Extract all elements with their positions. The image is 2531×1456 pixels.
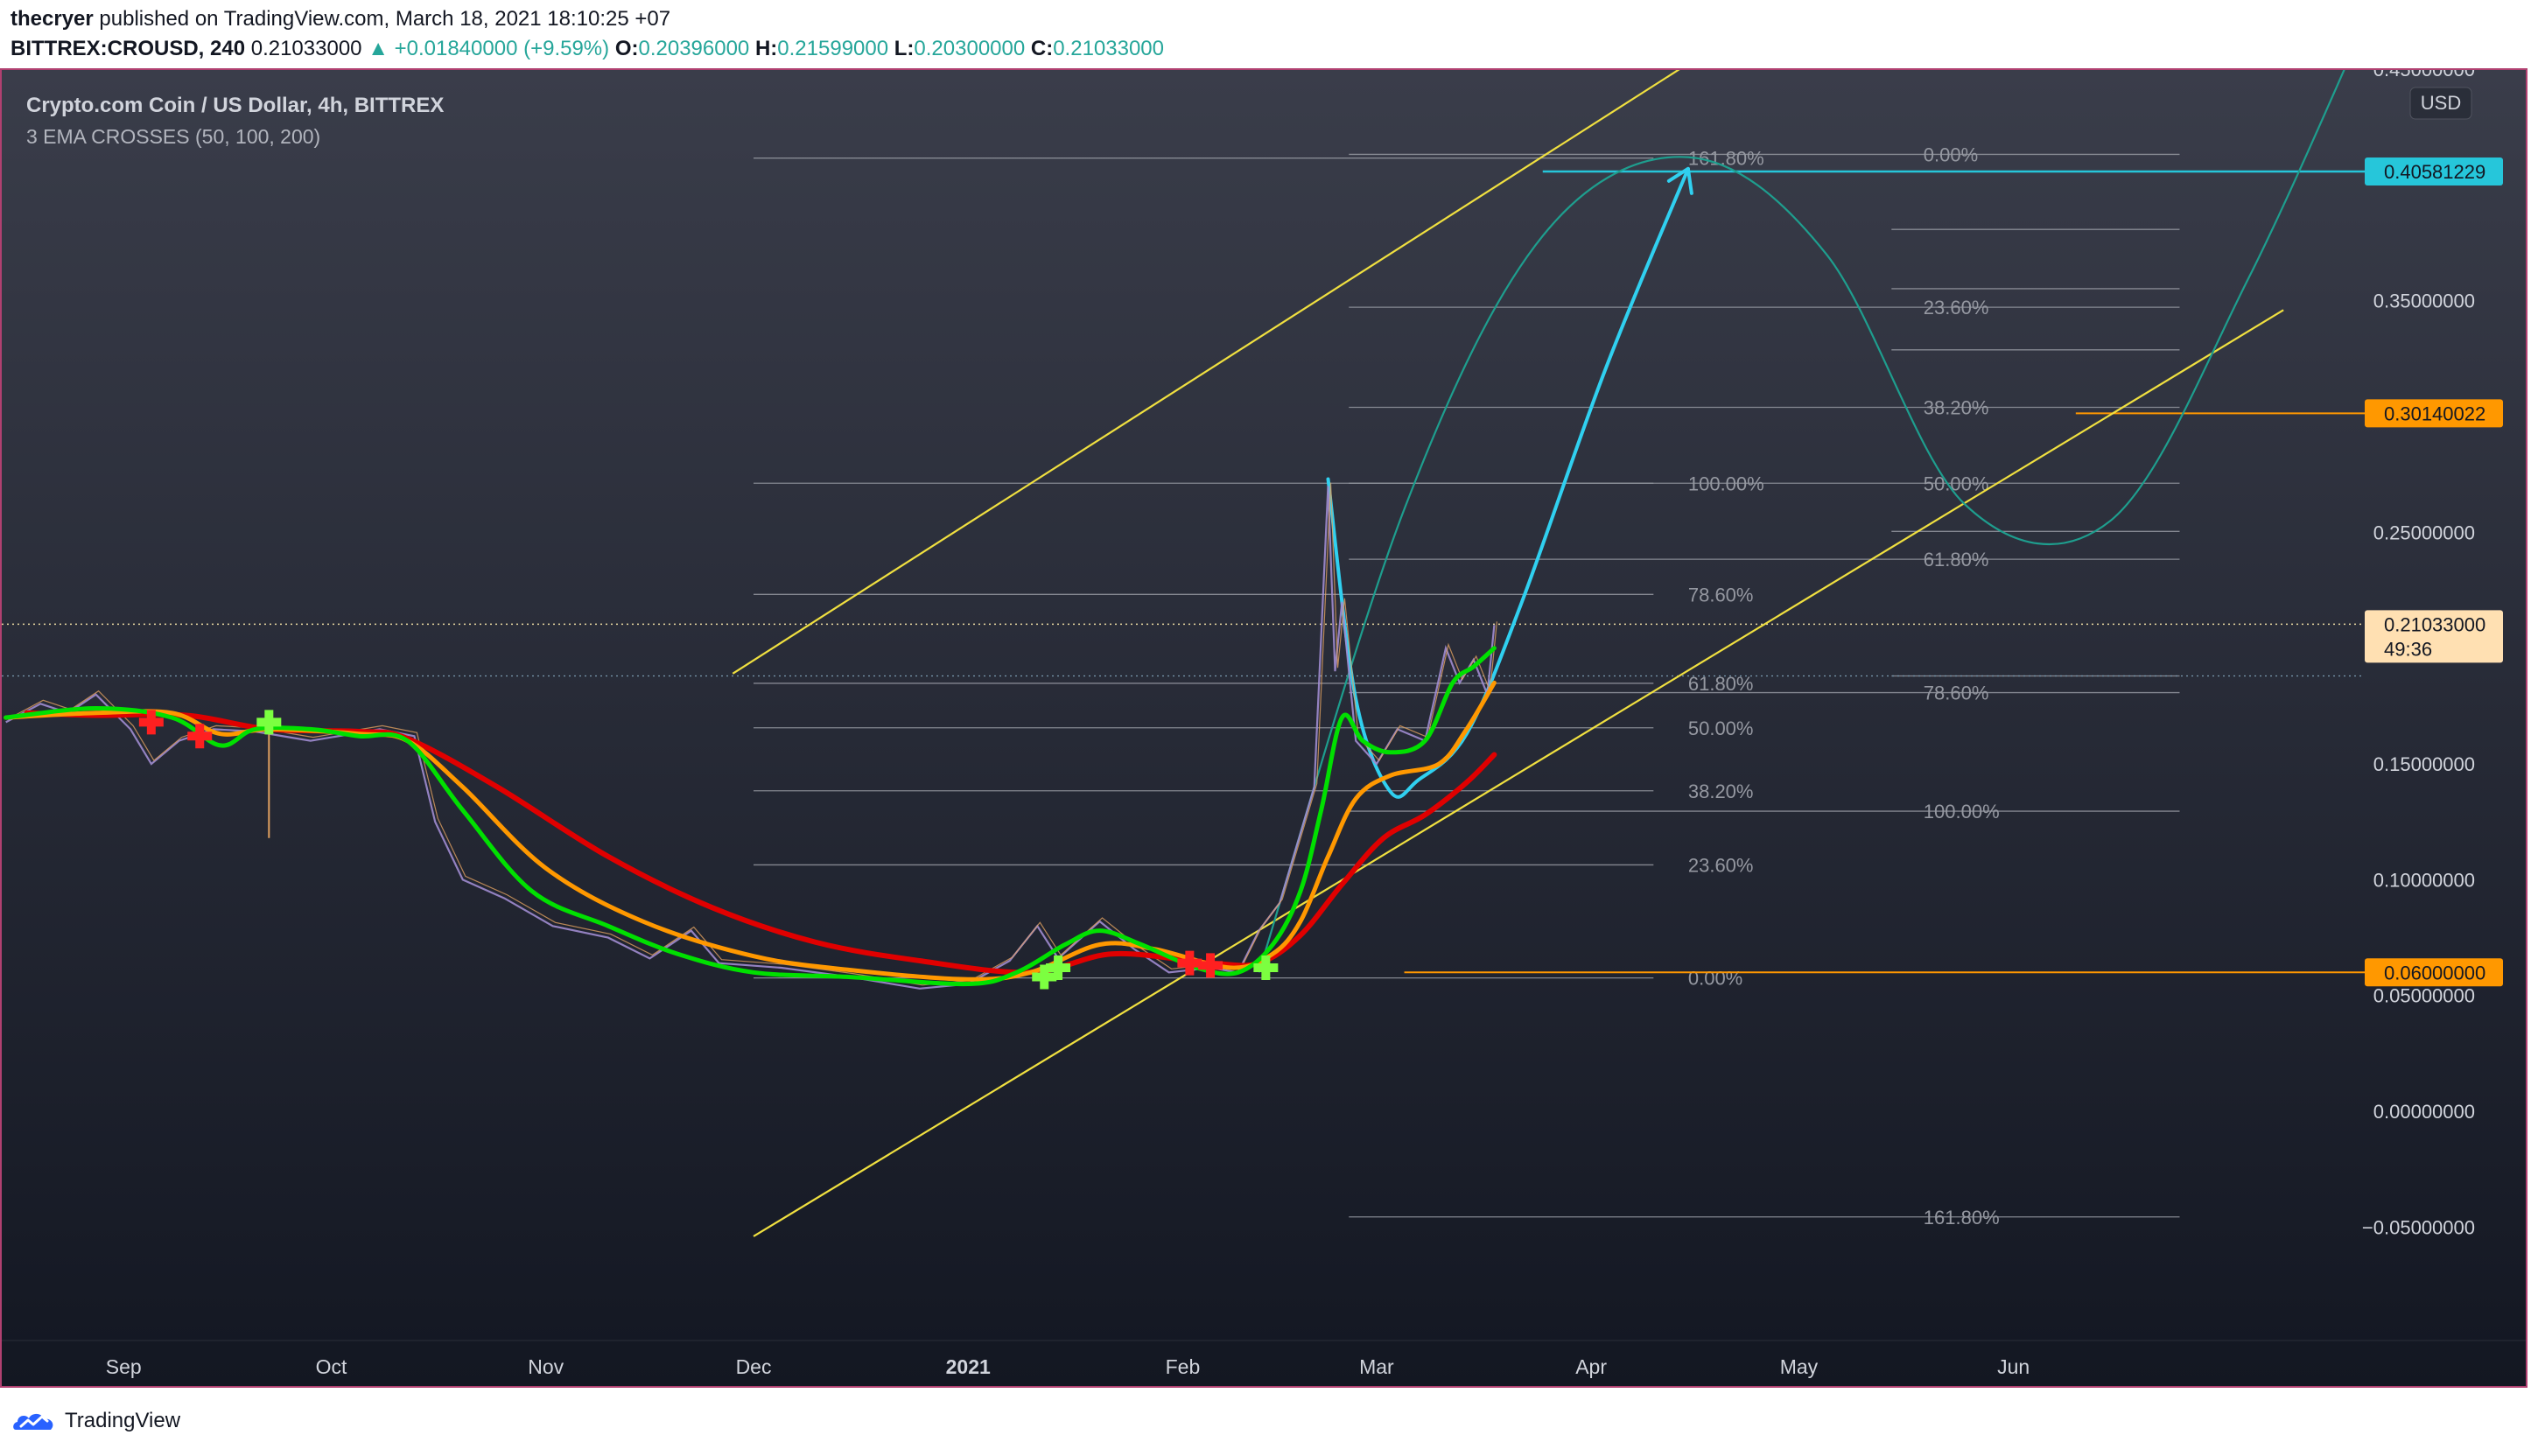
x-tick-label: Feb [1166,1355,1201,1378]
x-tick-label: Apr [1575,1355,1607,1378]
publish-info: thecryer published on TradingView.com, M… [11,7,670,32]
close-label: C: [1030,37,1054,60]
fib-right-label: 100.00% [1924,801,2000,822]
y-tick-label: −0.05000000 [2362,1216,2475,1238]
fib-left-label: 50.00% [1688,718,1754,739]
y-tick-label: 0.05000000 [2373,985,2475,1007]
fib-right-label: 38.20% [1924,396,1989,418]
y-tick-label: 0.15000000 [2373,753,2475,775]
fib-right-label: 61.80% [1924,549,1989,570]
price-tag-label: 0.40581229 [2384,161,2485,183]
y-tick-label: 0.10000000 [2373,869,2475,891]
tradingview-text: TradingView [65,1409,181,1432]
y-tick-label: 0.00000000 [2373,1101,2475,1123]
x-tick-label: 2021 [946,1355,991,1378]
fib-left-label: 38.20% [1688,780,1754,802]
y-tick-label: 0.25000000 [2373,522,2475,543]
fib-left-label: 0.00% [1688,968,1742,990]
open-value: 0.20396000 [638,37,750,60]
fib-left-label: 78.60% [1688,584,1754,606]
currency-label: USD [2421,92,2461,114]
y-tick-label: 0.35000000 [2373,290,2475,312]
price-tag-label: 0.06000000 [2384,962,2485,984]
x-tick-label: Jun [1997,1355,2030,1378]
last-price: 0.21033000 [250,37,362,60]
x-tick-label: Mar [1359,1355,1394,1378]
price-tag-label: 0.21033000 [2384,613,2485,635]
x-tick-label: Oct [316,1355,347,1378]
tradingview-logo[interactable]: TradingView [12,1407,180,1435]
fib-right-label: 78.60% [1924,682,1989,704]
fib-left-label: 23.60% [1688,854,1754,876]
currency-badge[interactable]: USD [2409,87,2472,120]
x-tick-label: May [1780,1355,1819,1378]
tradingview-logo-icon [13,1413,53,1430]
high-value: 0.21599000 [777,37,889,60]
y-tick-label: 0.45000000 [2373,70,2475,80]
price-change: ▲ +0.01840000 (+9.59%) [368,37,610,60]
x-tick-label: Sep [106,1355,142,1378]
price-tag-label: 0.30140022 [2384,402,2485,424]
x-tick-label: Nov [528,1355,564,1378]
fib-right-label: 23.60% [1924,297,1989,318]
low-value: 0.20300000 [914,37,1026,60]
fib-right-label: 0.00% [1924,144,1978,165]
legend-indicator: 3 EMA CROSSES (50, 100, 200) [26,125,320,148]
open-label: O: [614,37,639,60]
symbol-ohlc: BITTREX:CROUSD, 240 0.21033000 ▲ +0.0184… [11,37,1164,61]
chart-frame: 161.80% 100.00% 78.60% 61.80% 50.00% 38.20% 23… [0,68,2527,1388]
fib-right-label: 50.00% [1924,472,1989,494]
high-label: H: [754,37,778,60]
published-text: published on TradingView.com, March 18, … [99,7,671,31]
x-tick-label: Dec [736,1355,772,1378]
legend-title: Crypto.com Coin / US Dollar, 4h, BITTREX [26,94,444,117]
price-chart[interactable]: 161.80% 100.00% 78.60% 61.80% 50.00% 38.20% 23… [2,70,2526,1386]
symbol-label: BITTREX:CROUSD, 240 [11,37,246,60]
author-name[interactable]: thecryer [11,7,94,31]
price-tag-countdown: 49:36 [2384,638,2432,660]
publish-header: thecryer published on TradingView.com, M… [0,0,2531,68]
low-label: L: [894,37,915,60]
close-value: 0.21033000 [1053,37,1164,60]
fib-right-label: 161.80% [1924,1207,2000,1228]
footer: TradingView [0,1388,2531,1456]
